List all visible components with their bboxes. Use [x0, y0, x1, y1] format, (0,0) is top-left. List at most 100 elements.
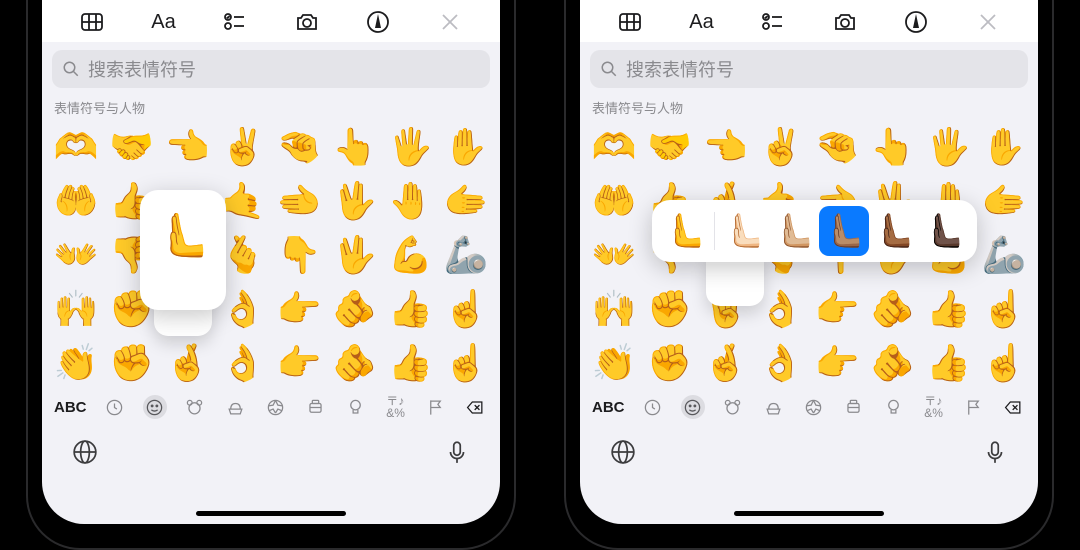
emoji-cell[interactable]: 🤝: [104, 121, 160, 173]
cat-smileys-icon[interactable]: [143, 395, 167, 419]
emoji-cell[interactable]: 🫱: [976, 175, 1032, 227]
emoji-cell[interactable]: 🫶: [48, 121, 104, 173]
emoji-cell[interactable]: ✊: [642, 337, 698, 389]
mic-icon[interactable]: [442, 437, 472, 467]
skin-tone-option[interactable]: 🫷🏿: [919, 206, 969, 256]
emoji-cell[interactable]: 👉: [809, 283, 865, 335]
emoji-cell[interactable]: 👌: [215, 337, 271, 389]
cat-smileys-icon[interactable]: [681, 395, 705, 419]
delete-icon[interactable]: [1002, 395, 1026, 419]
emoji-cell[interactable]: 👏: [586, 337, 642, 389]
emoji-cell[interactable]: 👏: [48, 337, 104, 389]
emoji-cell[interactable]: 👌: [753, 337, 809, 389]
emoji-cell[interactable]: 🫵: [327, 283, 383, 335]
camera-icon[interactable]: [825, 8, 865, 36]
emoji-search-input[interactable]: 搜索表情符号: [590, 50, 1028, 88]
globe-icon[interactable]: [70, 437, 100, 467]
emoji-cell[interactable]: 👍: [921, 337, 977, 389]
emoji-cell[interactable]: 🦾: [438, 229, 494, 281]
emoji-cell[interactable]: 👐: [586, 229, 642, 281]
skin-tone-option[interactable]: 🫷🏾: [869, 206, 919, 256]
emoji-cell[interactable]: ☝️: [438, 283, 494, 335]
emoji-cell[interactable]: 👈: [698, 121, 754, 173]
emoji-cell[interactable]: 👍: [383, 283, 439, 335]
emoji-cell[interactable]: 🫱: [438, 175, 494, 227]
emoji-cell[interactable]: 👆: [865, 121, 921, 173]
emoji-cell[interactable]: 🫶: [586, 121, 642, 173]
font-button[interactable]: Aa: [681, 8, 721, 36]
emoji-cell[interactable]: 👆: [327, 121, 383, 173]
emoji-cell[interactable]: ✊: [104, 337, 160, 389]
cat-symbols-icon[interactable]: 〒♪&%: [922, 395, 946, 419]
abc-button[interactable]: ABC: [54, 399, 87, 416]
emoji-cell[interactable]: 🙌: [48, 283, 104, 335]
markup-icon[interactable]: [358, 8, 398, 36]
skin-tone-option[interactable]: 🫷🏼: [769, 206, 819, 256]
cat-travel-icon[interactable]: [303, 395, 327, 419]
emoji-cell[interactable]: 🤞: [698, 337, 754, 389]
emoji-cell[interactable]: 👉: [271, 337, 327, 389]
emoji-cell[interactable]: 👐: [48, 229, 104, 281]
emoji-cell[interactable]: 🫵: [865, 283, 921, 335]
checklist-icon[interactable]: [753, 8, 793, 36]
emoji-cell[interactable]: 🤲: [48, 175, 104, 227]
cat-recent-icon[interactable]: [103, 395, 127, 419]
emoji-cell[interactable]: 🖖: [327, 175, 383, 227]
cat-food-icon[interactable]: [223, 395, 247, 419]
emoji-cell[interactable]: ✊: [642, 283, 698, 335]
emoji-cell[interactable]: 🙌: [586, 283, 642, 335]
skin-tone-option[interactable]: 🫷: [660, 206, 710, 256]
emoji-cell[interactable]: 👍: [383, 337, 439, 389]
emoji-cell[interactable]: 👉: [271, 283, 327, 335]
emoji-cell[interactable]: ☝️: [438, 337, 494, 389]
emoji-cell[interactable]: 👈: [160, 121, 216, 173]
cat-activity-icon[interactable]: [263, 395, 287, 419]
cat-food-icon[interactable]: [761, 395, 785, 419]
emoji-cell[interactable]: ✋: [976, 121, 1032, 173]
emoji-cell[interactable]: 🫵: [865, 337, 921, 389]
close-icon[interactable]: [968, 8, 1008, 36]
globe-icon[interactable]: [608, 437, 638, 467]
emoji-cell[interactable]: 🤏: [271, 121, 327, 173]
emoji-cell[interactable]: 🤏: [809, 121, 865, 173]
cat-travel-icon[interactable]: [841, 395, 865, 419]
abc-button[interactable]: ABC: [592, 399, 625, 416]
emoji-cell[interactable]: 🫲: [271, 175, 327, 227]
delete-icon[interactable]: [464, 395, 488, 419]
emoji-cell[interactable]: 👉: [809, 337, 865, 389]
table-icon[interactable]: [610, 8, 650, 36]
skin-tone-option[interactable]: 🫷🏽: [819, 206, 869, 256]
cat-symbols-icon[interactable]: 〒♪&%: [384, 395, 408, 419]
emoji-cell[interactable]: 👍: [921, 283, 977, 335]
emoji-cell[interactable]: 🤝: [642, 121, 698, 173]
cat-flags-icon[interactable]: [424, 395, 448, 419]
emoji-cell[interactable]: 🖐️: [921, 121, 977, 173]
emoji-cell[interactable]: 🖐️: [383, 121, 439, 173]
emoji-search-input[interactable]: 搜索表情符号: [52, 50, 490, 88]
emoji-cell[interactable]: 🫵: [327, 337, 383, 389]
emoji-cell[interactable]: 🤲: [586, 175, 642, 227]
table-icon[interactable]: [72, 8, 112, 36]
emoji-cell[interactable]: 🤞: [160, 337, 216, 389]
emoji-cell[interactable]: 👇: [271, 229, 327, 281]
cat-animals-icon[interactable]: [721, 395, 745, 419]
camera-icon[interactable]: [287, 8, 327, 36]
cat-objects-icon[interactable]: [881, 395, 905, 419]
emoji-cell[interactable]: ☝️: [976, 283, 1032, 335]
cat-activity-icon[interactable]: [801, 395, 825, 419]
emoji-cell[interactable]: ✌️: [753, 121, 809, 173]
emoji-cell[interactable]: ✌️: [215, 121, 271, 173]
cat-recent-icon[interactable]: [641, 395, 665, 419]
emoji-cell[interactable]: 🦾: [976, 229, 1032, 281]
markup-icon[interactable]: [896, 8, 936, 36]
emoji-cell[interactable]: ☝️: [976, 337, 1032, 389]
cat-objects-icon[interactable]: [343, 395, 367, 419]
mic-icon[interactable]: [980, 437, 1010, 467]
checklist-icon[interactable]: [215, 8, 255, 36]
emoji-cell[interactable]: 💪: [383, 229, 439, 281]
emoji-cell[interactable]: 🤚: [383, 175, 439, 227]
skin-tone-option[interactable]: 🫷🏻: [719, 206, 769, 256]
cat-flags-icon[interactable]: [962, 395, 986, 419]
emoji-cell[interactable]: ✋: [438, 121, 494, 173]
cat-animals-icon[interactable]: [183, 395, 207, 419]
